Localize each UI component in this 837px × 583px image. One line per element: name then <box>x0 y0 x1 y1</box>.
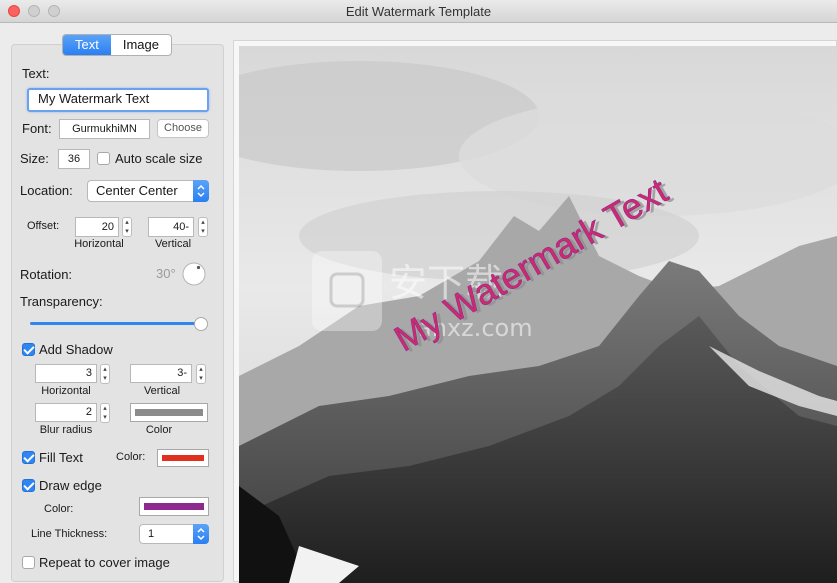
blur-radius-input[interactable]: 2 <box>35 403 97 422</box>
stepper-arrows-icon[interactable]: ▴ ▾ <box>122 217 132 237</box>
rotation-label: Rotation: <box>20 267 73 282</box>
popup-chevrons-icon <box>193 524 209 544</box>
offset-horizontal-caption: Horizontal <box>74 238 124 250</box>
window-title: Edit Watermark Template <box>345 4 492 19</box>
watermark-text-input[interactable]: My Watermark Text <box>27 88 209 112</box>
auto-scale-label: Auto scale size <box>115 151 203 166</box>
tab-image[interactable]: Image <box>111 35 171 55</box>
font-label: Font: <box>22 121 52 136</box>
fill-text-label: Fill Text <box>39 450 83 465</box>
shadow-color-caption: Color <box>145 424 173 436</box>
line-thickness-value: 1 <box>148 528 155 540</box>
shadow-vertical-caption: Vertical <box>143 385 181 397</box>
popup-chevrons-icon <box>193 180 209 202</box>
location-value: Center Center <box>96 183 178 198</box>
rotation-knob-icon[interactable] <box>182 262 206 286</box>
add-shadow-label: Add Shadow <box>39 342 113 357</box>
shadow-color-fill <box>135 409 203 416</box>
draw-edge-label: Draw edge <box>39 478 102 493</box>
shadow-color-well[interactable] <box>130 403 208 422</box>
location-label: Location: <box>20 183 73 198</box>
repeat-checkbox[interactable] <box>22 556 35 569</box>
line-thickness-label: Line Thickness: <box>31 528 108 540</box>
transparency-slider-track[interactable] <box>30 322 202 325</box>
blur-radius-caption: Blur radius <box>39 424 93 436</box>
add-shadow-checkbox[interactable] <box>22 343 35 356</box>
preview-image: 安下载 anxz.com My Watermark Text My Waterm… <box>239 46 837 583</box>
stepper-arrows-icon[interactable]: ▴ ▾ <box>100 403 110 423</box>
size-input[interactable]: 36 <box>58 149 90 169</box>
location-popup[interactable]: Center Center <box>87 180 209 202</box>
edge-color-fill <box>144 503 204 510</box>
tab-segmented-control: Text Image <box>62 34 172 56</box>
offset-label: Offset: <box>27 220 60 232</box>
repeat-label: Repeat to cover image <box>39 555 170 570</box>
transparency-label: Transparency: <box>20 294 103 309</box>
shadow-vertical-input[interactable]: 3- <box>130 364 192 383</box>
shadow-horizontal-input[interactable]: 3 <box>35 364 97 383</box>
title-bar: Edit Watermark Template <box>0 0 837 23</box>
line-thickness-popup[interactable]: 1 <box>139 524 209 544</box>
auto-scale-checkbox[interactable] <box>97 152 110 165</box>
offset-horizontal-input[interactable]: 20 <box>75 217 119 237</box>
rotation-value: 30° <box>156 266 176 281</box>
tab-text[interactable]: Text <box>63 35 111 55</box>
stepper-arrows-icon[interactable]: ▴ ▾ <box>196 364 206 384</box>
fill-color-label: Color: <box>116 451 146 463</box>
text-label: Text: <box>22 66 50 81</box>
edge-color-label: Color: <box>44 503 74 515</box>
offset-vertical-caption: Vertical <box>154 238 192 250</box>
fill-text-checkbox[interactable] <box>22 451 35 464</box>
choose-font-button[interactable]: Choose <box>157 119 209 138</box>
edge-color-well[interactable] <box>139 497 209 516</box>
transparency-slider-thumb[interactable] <box>194 317 208 331</box>
draw-edge-checkbox[interactable] <box>22 479 35 492</box>
fill-color-fill <box>162 455 204 461</box>
font-name-field: GurmukhiMN <box>59 119 150 139</box>
stepper-arrows-icon[interactable]: ▴ ▾ <box>198 217 208 237</box>
fill-color-well[interactable] <box>157 449 209 467</box>
offset-vertical-input[interactable]: 40- <box>148 217 194 237</box>
stepper-arrows-icon[interactable]: ▴ ▾ <box>100 364 110 384</box>
preview-area: 安下载 anxz.com My Watermark Text My Waterm… <box>233 40 837 583</box>
shadow-horizontal-caption: Horizontal <box>41 385 91 397</box>
size-label: Size: <box>20 151 49 166</box>
